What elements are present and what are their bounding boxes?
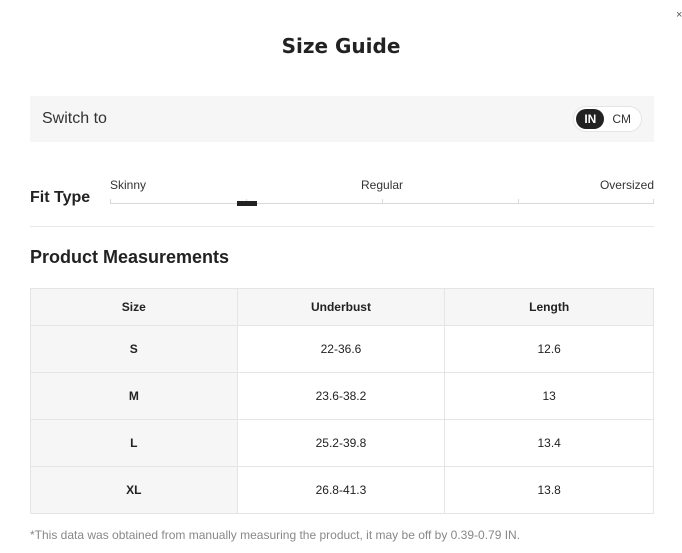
- fit-type-label: Fit Type: [30, 189, 91, 206]
- fit-label-skinny: Skinny: [110, 178, 147, 192]
- unit-option-in[interactable]: IN: [576, 109, 605, 129]
- cell-length: 13: [444, 372, 654, 420]
- fit-type-scale: Skinny Regular Oversized: [110, 178, 654, 208]
- column-header-size: Size: [30, 288, 238, 326]
- table-row: S 22-36.6 12.6: [30, 325, 654, 373]
- table-header-row: Size Underbust Length: [30, 288, 654, 326]
- cell-size: L: [30, 419, 238, 467]
- unit-switch-label: Switch to: [42, 110, 107, 127]
- cell-size: S: [30, 325, 238, 373]
- column-header-underbust: Underbust: [236, 288, 446, 326]
- fit-tick: [518, 199, 519, 204]
- cell-length: 13.8: [444, 466, 654, 514]
- table-row: M 23.6-38.2 13: [30, 372, 654, 420]
- unit-toggle[interactable]: IN CM: [573, 106, 642, 132]
- fit-tick: [382, 199, 383, 204]
- measurement-footnote: *This data was obtained from manually me…: [30, 528, 521, 542]
- cell-underbust: 26.8-41.3: [236, 466, 446, 514]
- section-divider: [30, 226, 654, 227]
- cell-length: 13.4: [444, 419, 654, 467]
- cell-size: M: [30, 372, 238, 420]
- cell-length: 12.6: [444, 325, 654, 373]
- column-header-length: Length: [444, 288, 654, 326]
- close-icon[interactable]: ×: [676, 8, 682, 22]
- cell-underbust: 22-36.6: [236, 325, 446, 373]
- fit-label-oversized: Oversized: [599, 178, 654, 192]
- table-row: L 25.2-39.8 13.4: [30, 419, 654, 467]
- cell-underbust: 25.2-39.8: [236, 419, 446, 467]
- fit-label-regular: Regular: [361, 178, 404, 192]
- cell-size: XL: [30, 466, 238, 514]
- unit-option-cm[interactable]: CM: [604, 109, 639, 129]
- table-row: XL 26.8-41.3 13.8: [30, 466, 654, 514]
- section-title-measurements: Product Measurements: [30, 247, 230, 267]
- fit-tick: [110, 199, 111, 204]
- unit-switch-bar: Switch to IN CM: [30, 96, 654, 142]
- fit-tick: [653, 199, 654, 204]
- measurements-table: Size Underbust Length S 22-36.6 12.6 M 2…: [30, 288, 654, 514]
- fit-marker: [237, 201, 257, 206]
- cell-underbust: 23.6-38.2: [236, 372, 446, 420]
- page-title: Size Guide: [281, 34, 401, 58]
